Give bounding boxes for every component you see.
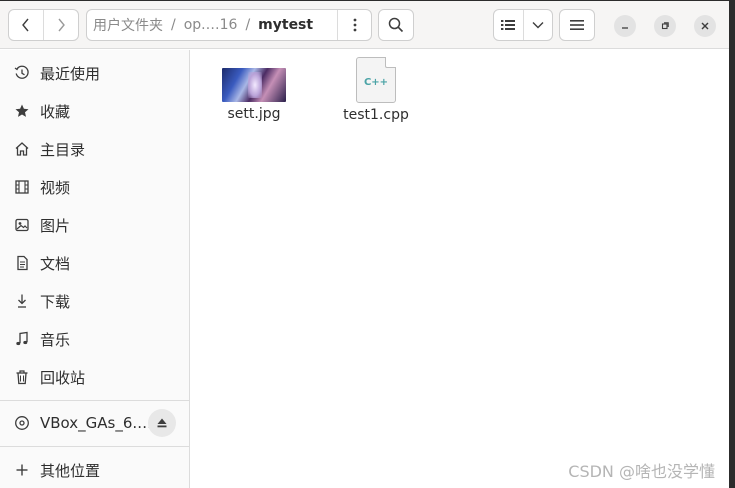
breadcrumb-home[interactable]: 用户文件夹 [87,15,169,35]
file-view: sett.jpg C++ test1.cpp [191,50,729,488]
trash-icon [0,369,40,385]
clock-icon [0,65,40,81]
path-menu-button[interactable] [337,10,371,40]
sidebar-item-label: 其他位置 [40,461,101,480]
home-icon [0,141,40,157]
sidebar-item-recent[interactable]: 最近使用 [0,54,190,92]
sidebar-item-home[interactable]: 主目录 [0,130,190,168]
sidebar-divider [0,400,190,401]
plus-icon [0,462,40,478]
close-button[interactable] [694,15,716,37]
download-icon [0,293,40,309]
close-icon [701,22,709,30]
image-icon [0,217,40,233]
maximize-icon [661,22,669,30]
sidebar-divider [0,446,190,447]
file-manager-window: 用户文件夹 / op.…16 / mytest 最近使用 收藏 主目录 视频 图… [0,0,735,488]
view-options-button[interactable] [522,10,553,40]
sidebar-item-documents[interactable]: 文档 [0,244,190,282]
back-button[interactable] [9,10,43,40]
sidebar-item-label: 文档 [40,254,71,273]
chevron-right-icon [58,18,65,32]
file-item-sett-jpg[interactable]: sett.jpg [199,50,309,122]
sidebar-item-label: VBox_GAs_6.… [40,414,153,432]
view-toggle-group [493,9,553,41]
music-icon [0,331,40,347]
sidebar: 最近使用 收藏 主目录 视频 图片 文档 下载 音乐 回收站 VBox_GAs_… [0,50,190,488]
sidebar-item-downloads[interactable]: 下载 [0,282,190,320]
star-icon [0,103,40,119]
path-bar: 用户文件夹 / op.…16 / mytest [86,9,372,41]
breadcrumb-current[interactable]: mytest [252,17,319,33]
sidebar-item-starred[interactable]: 收藏 [0,92,190,130]
sidebar-item-label: 音乐 [40,330,71,349]
chevron-down-icon [532,22,544,29]
file-name: sett.jpg [227,106,281,122]
sidebar-item-label: 视频 [40,178,71,197]
search-button[interactable] [378,9,414,41]
breadcrumb-separator: / [245,17,251,33]
hamburger-menu-icon [570,20,584,30]
cpp-file-icon: C++ [356,57,396,103]
sidebar-item-pictures[interactable]: 图片 [0,206,190,244]
navigation-buttons [8,9,79,41]
file-name: test1.cpp [343,107,409,123]
file-type-badge: C++ [363,76,389,88]
sidebar-item-videos[interactable]: 视频 [0,168,190,206]
breadcrumb-separator: / [171,17,176,33]
document-icon [0,255,40,271]
disc-icon [0,415,40,431]
vertical-dots-icon [353,18,356,32]
sidebar-item-label: 收藏 [40,102,71,121]
list-view-button[interactable] [494,10,523,40]
image-thumbnail [222,68,286,102]
minimize-icon [622,27,628,29]
sidebar-item-trash[interactable]: 回收站 [0,358,190,396]
file-item-test1-cpp[interactable]: C++ test1.cpp [321,50,431,123]
eject-button[interactable] [148,409,176,437]
minimize-button[interactable] [614,15,636,37]
sidebar-item-device[interactable]: VBox_GAs_6.… [0,404,190,442]
film-icon [0,179,40,195]
sidebar-item-label: 图片 [40,216,71,235]
sidebar-item-label: 主目录 [40,140,86,159]
forward-button[interactable] [43,10,78,40]
sidebar-item-label: 下载 [40,292,71,311]
header-bar: 用户文件夹 / op.…16 / mytest [0,1,729,49]
sidebar-item-music[interactable]: 音乐 [0,320,190,358]
eject-icon [157,418,167,428]
sidebar-item-label: 回收站 [40,368,86,387]
breadcrumb-parent[interactable]: op.…16 [178,17,244,33]
main-menu-button[interactable] [559,9,595,41]
sidebar-item-other-locations[interactable]: 其他位置 [0,451,190,488]
sidebar-item-label: 最近使用 [40,64,101,83]
search-icon [388,17,404,33]
chevron-left-icon [22,18,29,32]
maximize-button[interactable] [654,15,676,37]
list-view-icon [501,20,516,30]
watermark: CSDN @啥也没学懂 [568,462,715,481]
